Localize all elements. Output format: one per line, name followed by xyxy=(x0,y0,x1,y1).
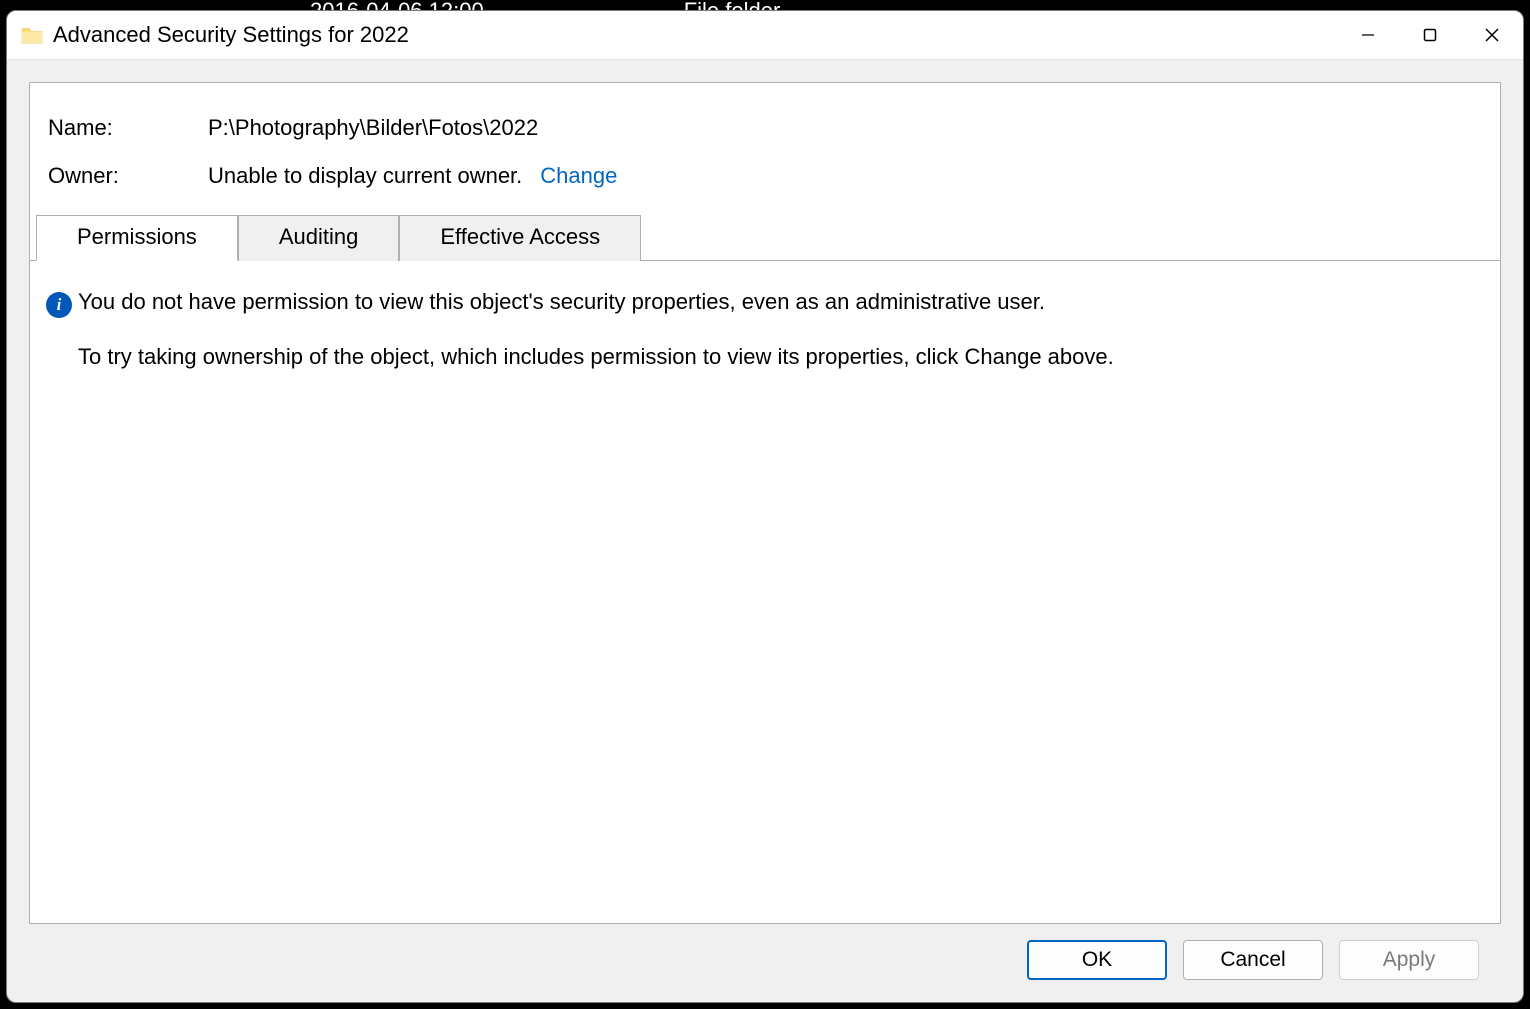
folder-icon xyxy=(21,26,43,44)
ok-button-label: OK xyxy=(1082,948,1112,972)
name-row: Name: P:\Photography\Bilder\Fotos\2022 xyxy=(48,115,1482,141)
name-label: Name: xyxy=(48,115,208,141)
tab-content: i You do not have permission to view thi… xyxy=(30,261,1500,923)
cancel-button[interactable]: Cancel xyxy=(1183,940,1323,980)
apply-button-label: Apply xyxy=(1383,948,1436,972)
permission-message: i You do not have permission to view thi… xyxy=(46,289,1484,318)
tab-auditing[interactable]: Auditing xyxy=(238,215,400,261)
dialog-window: Advanced Security Settings for 2022 Name… xyxy=(6,10,1524,1003)
tab-effective-access[interactable]: Effective Access xyxy=(399,215,641,261)
tabbar: Permissions Auditing Effective Access xyxy=(30,215,1500,261)
cancel-button-label: Cancel xyxy=(1220,948,1285,972)
window-controls xyxy=(1337,11,1523,59)
window-title: Advanced Security Settings for 2022 xyxy=(53,22,409,48)
owner-value: Unable to display current owner. xyxy=(208,163,522,189)
tab-permissions[interactable]: Permissions xyxy=(36,215,238,261)
close-button[interactable] xyxy=(1461,11,1523,59)
message-line-1: You do not have permission to view this … xyxy=(78,289,1045,315)
owner-row: Owner: Unable to display current owner. … xyxy=(48,163,1482,189)
minimize-button[interactable] xyxy=(1337,11,1399,59)
maximize-button[interactable] xyxy=(1399,11,1461,59)
content-panel: Name: P:\Photography\Bilder\Fotos\2022 O… xyxy=(29,82,1501,924)
titlebar[interactable]: Advanced Security Settings for 2022 xyxy=(7,11,1523,60)
info-icon: i xyxy=(46,292,72,318)
change-owner-link[interactable]: Change xyxy=(540,163,617,189)
message-line-2: To try taking ownership of the object, w… xyxy=(78,344,1484,370)
tab-auditing-label: Auditing xyxy=(279,224,359,249)
info-rows: Name: P:\Photography\Bilder\Fotos\2022 O… xyxy=(30,83,1500,213)
apply-button: Apply xyxy=(1339,940,1479,980)
name-value: P:\Photography\Bilder\Fotos\2022 xyxy=(208,115,538,141)
owner-label: Owner: xyxy=(48,163,208,189)
button-row: OK Cancel Apply xyxy=(29,924,1501,1002)
tab-permissions-label: Permissions xyxy=(77,224,197,249)
content-outer: Name: P:\Photography\Bilder\Fotos\2022 O… xyxy=(7,60,1523,1002)
ok-button[interactable]: OK xyxy=(1027,940,1167,980)
tab-effective-access-label: Effective Access xyxy=(440,224,600,249)
